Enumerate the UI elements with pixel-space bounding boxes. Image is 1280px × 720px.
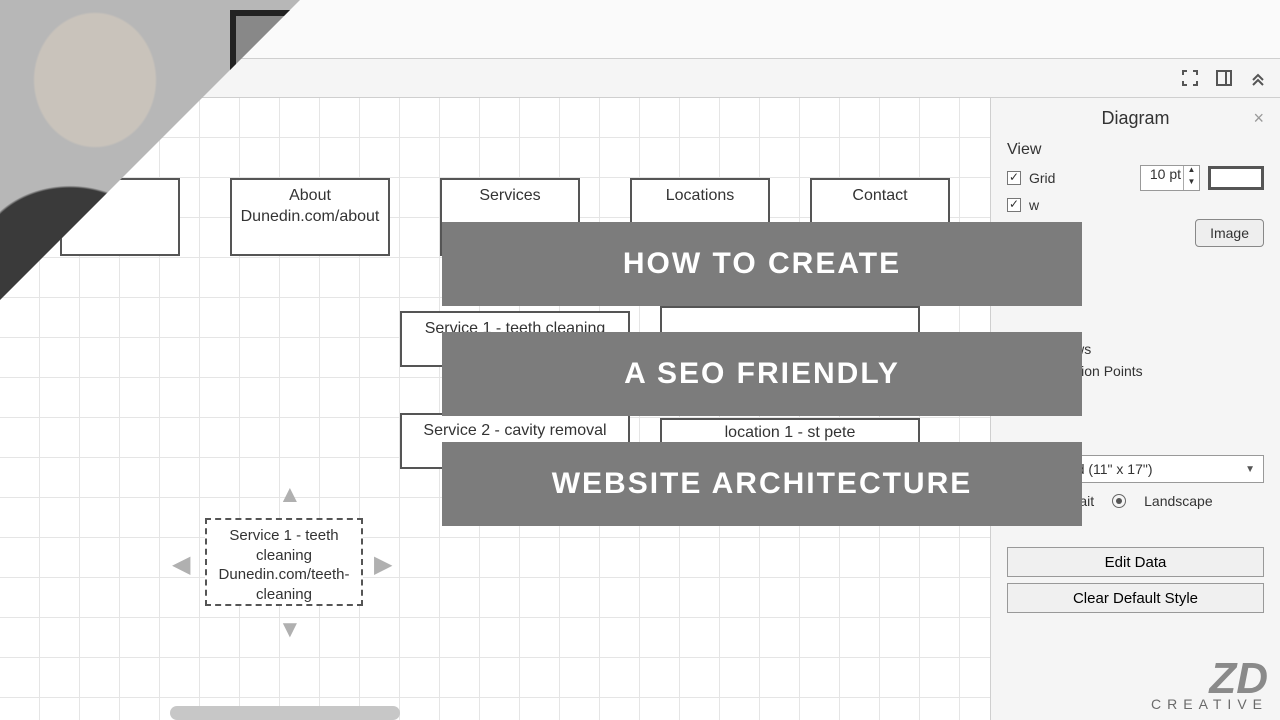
grid-size-field[interactable]: 10 pt▲▼ [1140, 165, 1200, 191]
node-about[interactable]: About Dunedin.com/about [230, 178, 390, 256]
overlay-title-2: A SEO FRIENDLY [442, 332, 1082, 416]
collapse-panel-icon[interactable] [1244, 64, 1272, 92]
arrow-hint-left: ◀ [172, 550, 190, 579]
format-panel-icon[interactable] [1210, 64, 1238, 92]
brand-logo: ZD CREATIVE [1151, 661, 1268, 712]
landscape-radio[interactable] [1112, 494, 1126, 508]
grid-checkbox[interactable] [1007, 171, 1021, 185]
view-section-title: View [1007, 141, 1264, 159]
landscape-label: Landscape [1144, 493, 1213, 509]
arrow-hint-right: ▶ [374, 550, 392, 579]
arrow-hint-down: ▼ [278, 616, 302, 644]
arrow-hint-up: ▲ [278, 481, 302, 509]
node-selected[interactable]: Service 1 - teeth cleaning Dunedin.com/t… [205, 518, 363, 606]
panel-title: Diagram × [1007, 108, 1264, 129]
image-button[interactable]: Image [1195, 219, 1264, 247]
edit-data-button[interactable]: Edit Data [1007, 547, 1264, 577]
close-icon[interactable]: × [1253, 108, 1264, 129]
clear-style-button[interactable]: Clear Default Style [1007, 583, 1264, 613]
horizontal-scrollbar[interactable] [170, 706, 400, 720]
overlay-title-1: HOW TO CREATE [442, 222, 1082, 306]
overlay-title-3: WEBSITE ARCHITECTURE [442, 442, 1082, 526]
grid-color-swatch[interactable] [1208, 166, 1264, 190]
grid-label: Grid [1029, 170, 1055, 186]
fullscreen-icon[interactable] [1176, 64, 1204, 92]
pageview-checkbox[interactable] [1007, 198, 1021, 212]
pageview-label: w [1029, 197, 1039, 213]
